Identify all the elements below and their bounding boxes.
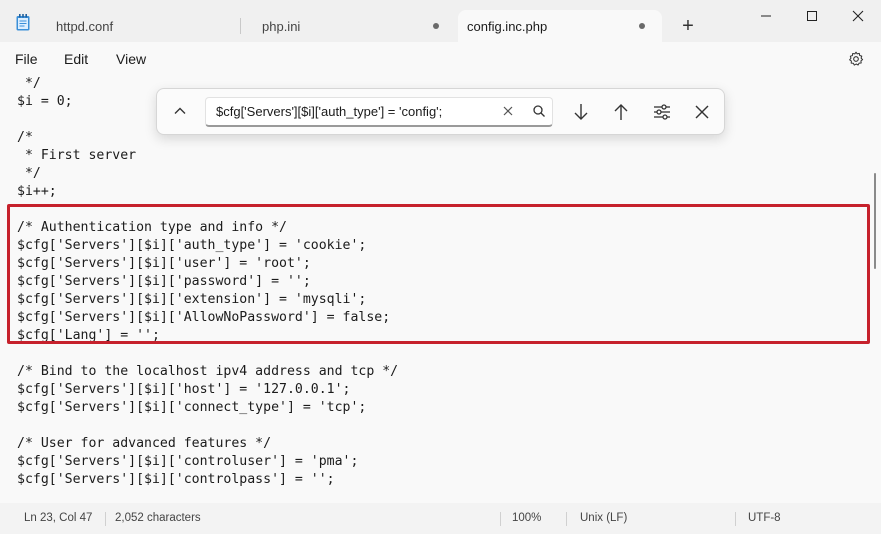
add-tab-button[interactable]: + [678,16,698,36]
code-line: $cfg['Servers'][$i]['controluser'] = 'pm… [17,454,359,469]
cursor-position: Ln 23, Col 47 [24,512,93,524]
status-divider [735,512,736,526]
character-count: 2,052 characters [115,512,201,524]
find-query-text: $cfg['Servers'][$i]['auth_type'] = 'conf… [216,104,443,119]
title-bar: httpd.conf php.ini config.inc.php + [0,0,881,42]
line-ending[interactable]: Unix (LF) [580,512,627,524]
search-icon[interactable] [532,104,546,118]
find-panel: $cfg['Servers'][$i]['auth_type'] = 'conf… [156,88,725,135]
tab-divider [240,18,241,34]
arrow-up-icon[interactable] [610,101,632,123]
menu-bar: File Edit View [0,42,881,75]
code-line: $cfg['Servers'][$i]['host'] = '127.0.0.1… [17,382,351,397]
code-line: $i++; [17,184,57,199]
close-window-button[interactable] [835,4,881,28]
close-icon[interactable] [691,101,713,123]
zoom-level[interactable]: 100% [512,512,541,524]
unsaved-dot-icon [639,23,645,29]
tab-label: httpd.conf [56,18,114,34]
find-input[interactable]: $cfg['Servers'][$i]['auth_type'] = 'conf… [205,97,553,127]
status-divider [500,512,501,526]
code-line: $cfg['Servers'][$i]['controlpass'] = ''; [17,472,335,487]
unsaved-dot-icon [433,23,439,29]
menu-edit[interactable]: Edit [64,51,88,67]
menu-view[interactable]: View [116,51,146,67]
chevron-up-icon[interactable] [171,102,189,120]
tab-config-inc-php[interactable]: config.inc.php [458,10,662,42]
tab-php-ini[interactable]: php.ini [248,10,454,42]
code-line: /* Bind to the localhost ipv4 address an… [17,364,399,379]
clear-icon[interactable] [502,105,514,117]
minimize-button[interactable] [743,4,789,28]
code-line: /* User for advanced features */ [17,436,272,451]
status-divider [105,512,106,526]
highlight-annotation-box [7,204,870,344]
tab-httpd-conf[interactable]: httpd.conf [42,10,232,42]
tab-label: php.ini [262,18,301,34]
tab-label: config.inc.php [467,18,548,34]
maximize-icon [807,11,817,21]
status-divider [566,512,567,526]
gear-icon[interactable] [848,51,864,67]
menu-file[interactable]: File [15,51,38,67]
notepad-app-icon [16,14,30,31]
arrow-down-icon[interactable] [570,101,592,123]
status-bar: Ln 23, Col 47 2,052 characters 100% Unix… [0,503,881,534]
options-sliders-icon[interactable] [651,101,673,123]
code-line: */ [17,166,41,181]
code-line: $cfg['Servers'][$i]['connect_type'] = 't… [17,400,367,415]
encoding[interactable]: UTF-8 [748,512,781,524]
close-icon [852,10,864,22]
maximize-button[interactable] [789,4,835,28]
code-line: * First server [17,148,137,163]
minimize-icon [761,15,771,17]
vertical-scrollbar[interactable] [874,173,876,269]
text-editor[interactable]: */$i = 0;/* * First server */$i++;/* Aut… [0,75,881,503]
